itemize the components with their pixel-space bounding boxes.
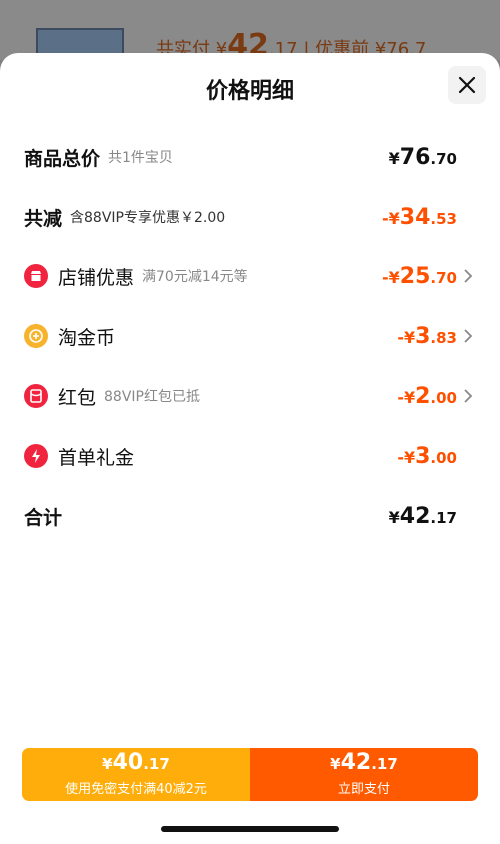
row-total-price: 商品总价 共1件宝贝 ¥76.70 [0, 137, 500, 177]
background-page: 共实付 ¥42.17 | 优惠前 ¥76.7 [0, 0, 500, 60]
row-amount: ¥76.70 [388, 145, 457, 170]
row-sublabel: 共1件宝贝 [108, 150, 173, 166]
row-red-packet[interactable]: 红包 88VIP红包已抵 -¥ 2.00 [0, 376, 500, 416]
row-label: 红包 [58, 386, 97, 409]
close-button[interactable] [448, 66, 486, 104]
row-amount: -¥ 2.00 [397, 384, 457, 409]
chevron-right-icon [464, 389, 473, 403]
price-detail-sheet: 价格明细 商品总价 共1件宝贝 ¥76.70 共减 含88VIP专享优惠￥2.0… [0, 53, 500, 844]
pay-now-button[interactable]: ¥42.17 立即支付 [250, 748, 478, 801]
row-label: 店铺优惠 [58, 266, 135, 289]
pay-left-price: ¥40.17 [102, 750, 170, 775]
row-amount: -¥ 3.00 [397, 444, 457, 469]
row-amount: ¥42.17 [388, 504, 457, 529]
row-store-discount[interactable]: 店铺优惠 满70元减14元等 -¥ 25.70 [0, 256, 500, 296]
pay-left-label: 使用免密支付满40减2元 [65, 782, 207, 797]
row-taojinbi[interactable]: 淘金币 -¥ 3.83 [0, 316, 500, 356]
row-grand-total: 合计 ¥42.17 [0, 496, 500, 536]
row-sublabel: 88VIP红包已抵 [104, 389, 200, 405]
red-packet-icon [24, 384, 48, 408]
password-free-pay-button[interactable]: ¥40.17 使用免密支付满40减2元 [22, 748, 250, 801]
chevron-right-icon [464, 269, 473, 283]
row-label: 共减 [24, 207, 63, 230]
row-amount: -¥ 25.70 [382, 264, 457, 289]
close-icon [458, 76, 476, 94]
row-label: 淘金币 [58, 326, 116, 349]
row-sublabel: 含88VIP专享优惠￥2.00 [70, 210, 226, 226]
row-label: 首单礼金 [58, 446, 135, 469]
row-label: 商品总价 [24, 147, 101, 170]
store-icon [24, 264, 48, 288]
row-total-discount: 共减 含88VIP专享优惠￥2.00 -¥ 34.53 [0, 197, 500, 237]
row-label: 合计 [24, 506, 63, 529]
lightning-icon [24, 444, 48, 468]
row-amount: -¥ 34.53 [382, 205, 457, 230]
payment-bar: ¥40.17 使用免密支付满40减2元 ¥42.17 立即支付 [22, 748, 478, 801]
chevron-right-icon [464, 329, 473, 343]
row-sublabel: 满70元减14元等 [142, 269, 248, 285]
sheet-title: 价格明细 [205, 79, 294, 104]
row-first-order-gift: 首单礼金 -¥ 3.00 [0, 436, 500, 476]
coin-icon [24, 324, 48, 348]
row-amount: -¥ 3.83 [397, 324, 457, 349]
pay-right-label: 立即支付 [337, 782, 390, 797]
home-indicator [161, 826, 339, 832]
pay-right-price: ¥42.17 [330, 750, 398, 775]
